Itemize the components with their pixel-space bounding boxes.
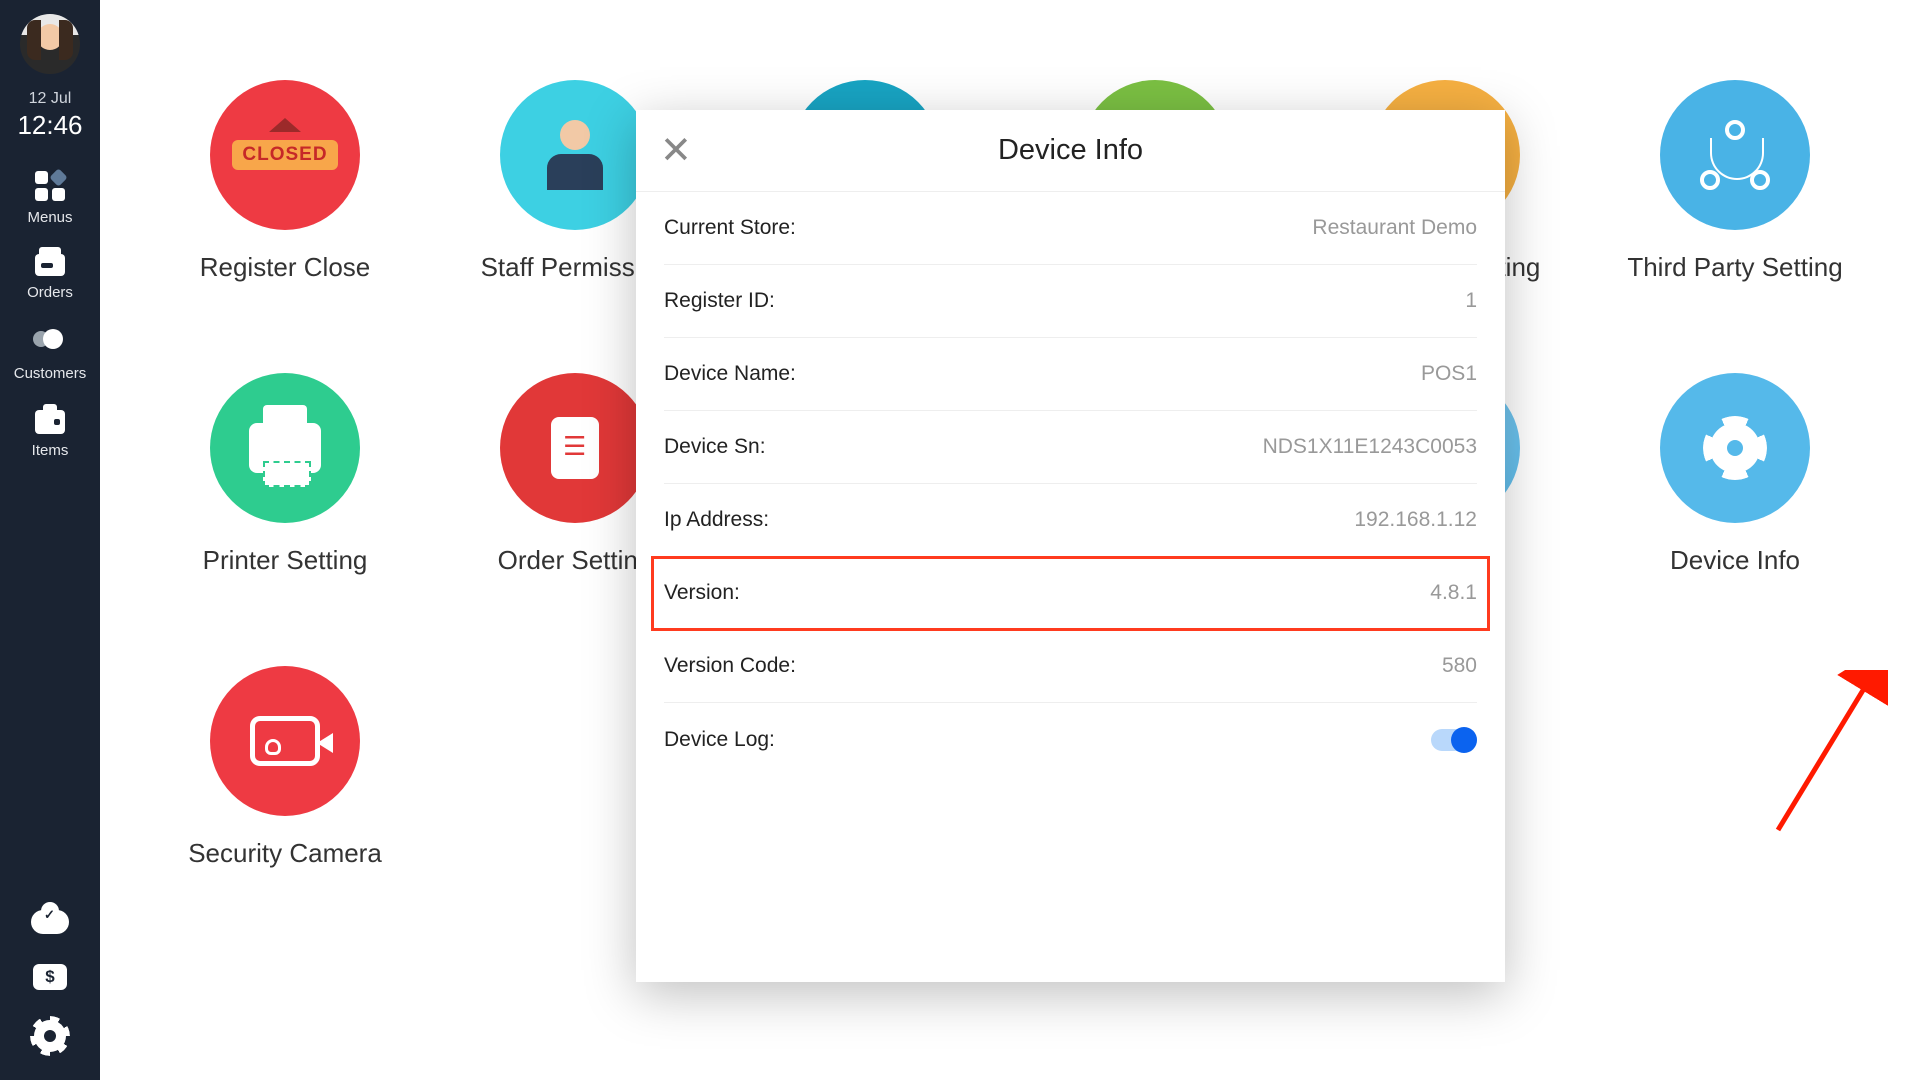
- items-folder-icon: [35, 410, 65, 434]
- tile-third-party-setting[interactable]: Third Party Setting: [1600, 80, 1870, 283]
- close-icon[interactable]: ✕: [660, 128, 692, 173]
- field-label: Register ID:: [664, 289, 775, 313]
- status-date: 12 Jul: [29, 90, 72, 108]
- register-close-icon: CLOSED: [210, 80, 360, 230]
- row-version-code: Version Code: 580: [664, 630, 1477, 703]
- device-log-toggle[interactable]: [1431, 729, 1477, 751]
- settings-gear-icon[interactable]: [34, 1020, 66, 1052]
- main-content: CLOSED Register Close Staff Permission $…: [100, 0, 1920, 1080]
- field-label: Version:: [664, 581, 740, 605]
- sidebar-item-menus[interactable]: Menus: [27, 171, 72, 226]
- camera-icon: [210, 666, 360, 816]
- tile-security-camera[interactable]: Security Camera: [150, 666, 420, 869]
- sidebar-item-items[interactable]: Items: [32, 410, 69, 459]
- printer-icon: [210, 373, 360, 523]
- orders-icon: [35, 254, 65, 276]
- row-current-store: Current Store: Restaurant Demo: [664, 192, 1477, 265]
- sidebar-item-orders[interactable]: Orders: [27, 254, 73, 301]
- sidebar-item-customers[interactable]: Customers: [14, 329, 87, 382]
- row-device-sn: Device Sn: NDS1X11E1243C0053: [664, 411, 1477, 484]
- tile-label: Device Info: [1670, 545, 1800, 576]
- sidebar: 12 Jul 12:46 Menus Orders Customers Item…: [0, 0, 100, 1080]
- device-info-modal: ✕ Device Info Current Store: Restaurant …: [636, 110, 1505, 982]
- sidebar-item-label: Customers: [14, 365, 87, 382]
- cash-icon[interactable]: $: [33, 964, 67, 990]
- device-info-gear-icon: [1660, 373, 1810, 523]
- row-ip-address: Ip Address: 192.168.1.12: [664, 484, 1477, 557]
- field-value: 4.8.1: [1430, 581, 1477, 605]
- row-version-highlighted: Version: 4.8.1: [652, 557, 1489, 630]
- field-label: Device Name:: [664, 362, 796, 386]
- tile-printer-setting[interactable]: Printer Setting: [150, 373, 420, 576]
- tile-label: Third Party Setting: [1627, 252, 1842, 283]
- third-party-share-icon: [1660, 80, 1810, 230]
- tile-device-info[interactable]: Device Info: [1600, 373, 1870, 576]
- field-value: 1: [1465, 289, 1477, 313]
- field-label: Version Code:: [664, 654, 796, 678]
- field-label: Device Sn:: [664, 435, 766, 459]
- modal-title: Device Info: [636, 134, 1505, 167]
- tile-register-close[interactable]: CLOSED Register Close: [150, 80, 420, 283]
- sidebar-item-label: Menus: [27, 209, 72, 226]
- status-time: 12:46: [17, 110, 82, 141]
- row-device-name: Device Name: POS1: [664, 338, 1477, 411]
- sidebar-item-label: Orders: [27, 284, 73, 301]
- menu-grid-icon: [35, 171, 65, 201]
- row-device-log: Device Log:: [664, 703, 1477, 776]
- tile-label: Order Setting: [498, 545, 653, 576]
- sidebar-item-label: Items: [32, 442, 69, 459]
- staff-icon: [500, 80, 650, 230]
- field-value: 192.168.1.12: [1354, 508, 1477, 532]
- field-value: POS1: [1421, 362, 1477, 386]
- field-label: Ip Address:: [664, 508, 769, 532]
- row-register-id: Register ID: 1: [664, 265, 1477, 338]
- tile-label: Security Camera: [188, 838, 382, 869]
- field-value: Restaurant Demo: [1312, 216, 1477, 240]
- field-value: NDS1X11E1243C0053: [1263, 435, 1477, 459]
- field-label: Device Log:: [664, 728, 775, 752]
- avatar[interactable]: [20, 14, 80, 74]
- field-label: Current Store:: [664, 216, 796, 240]
- field-value: 580: [1442, 654, 1477, 678]
- order-doc-icon: [500, 373, 650, 523]
- tile-label: Printer Setting: [203, 545, 368, 576]
- tile-label: Register Close: [200, 252, 371, 283]
- cloud-sync-icon[interactable]: [31, 910, 69, 934]
- customers-icon: [33, 329, 67, 357]
